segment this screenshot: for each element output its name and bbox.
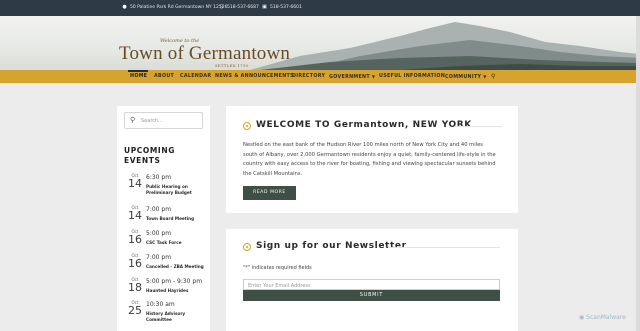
- email-placeholder: Enter Your Email Address: [248, 282, 311, 289]
- event-time: 10:30 am: [146, 301, 175, 308]
- event-title[interactable]: Cancelled - ZBA Meeting: [146, 264, 208, 270]
- event-day: 18: [128, 281, 142, 294]
- welcome-body: Nestled on the east bank of the Hudson R…: [243, 142, 496, 177]
- event-title[interactable]: History Advisory Committee: [146, 311, 208, 323]
- main-navigation: HOME ABOUT CALENDAR NEWS & ANNOUNCEMENTS…: [0, 70, 640, 83]
- welcome-card: WELCOME TO Germantown, NEW YORK Nestled …: [226, 106, 518, 213]
- search-icon: ⚲: [130, 116, 136, 124]
- fax-icon: ▣: [262, 4, 267, 10]
- event-day: 14: [128, 209, 142, 222]
- nav-community-label: COMMUNITY: [445, 74, 482, 80]
- nav-item-government[interactable]: GOVERNMENT ▼: [329, 74, 375, 80]
- upcoming-events-title: UPCOMING EVENTS: [124, 146, 175, 165]
- nav-item-community[interactable]: COMMUNITY ▼: [445, 74, 487, 80]
- address-item: ● 50 Palatine Park Rd Germantown NY 12526: [122, 4, 227, 10]
- map-marker-icon: ●: [122, 4, 127, 10]
- nav-item-useful-information[interactable]: USEFUL INFORMATION: [379, 74, 445, 79]
- event-time: 7:00 pm: [146, 206, 172, 213]
- email-field[interactable]: Enter Your Email Address: [243, 279, 500, 290]
- event-day: 25: [128, 304, 142, 317]
- circle-bullet-icon: [243, 122, 251, 130]
- address-text: 50 Palatine Park Rd Germantown NY 12526: [130, 5, 228, 10]
- top-contact-bar: ● 50 Palatine Park Rd Germantown NY 12526…: [0, 0, 640, 16]
- header-banner: Welcome to the Town of Germantown SETTLE…: [0, 16, 640, 70]
- mobile-phone-icon: ▯: [220, 4, 223, 10]
- event-time: 7:00 pm: [146, 254, 172, 261]
- mountain-landscape-image: [250, 22, 640, 70]
- nav-item-directory[interactable]: DIRECTORY: [292, 74, 325, 79]
- nav-item-about[interactable]: ABOUT: [154, 74, 174, 79]
- event-title[interactable]: CSC Task Force: [146, 240, 208, 246]
- search-placeholder: Search...: [141, 118, 163, 124]
- scrollbar-track[interactable]: [636, 16, 640, 331]
- event-time: 6:30 pm: [146, 174, 172, 181]
- sidebar-search-input[interactable]: ⚲ Search...: [124, 112, 203, 129]
- fax-item: ▣ 518-537-6601: [262, 4, 302, 10]
- required-fields-note: "*" indicates required fields: [243, 265, 312, 271]
- event-day: 14: [128, 177, 142, 190]
- phone-text[interactable]: 518-537-6687: [227, 5, 259, 10]
- event-day: 16: [128, 233, 142, 246]
- watermark-logo: ◉ ScanMalware: [579, 314, 626, 321]
- nav-item-news[interactable]: NEWS & ANNOUNCEMENTS: [215, 74, 294, 79]
- phone-item[interactable]: ▯ 518-537-6687: [219, 4, 259, 10]
- read-more-button[interactable]: READ MORE: [243, 186, 296, 200]
- logo-settled-text: SETTLED 1710: [215, 64, 249, 68]
- search-icon[interactable]: ⚲: [491, 73, 496, 80]
- event-title[interactable]: Haunted Hayrides: [146, 288, 208, 294]
- event-time: 5:00 pm: [146, 230, 172, 237]
- watermark-text: ScanMalware: [586, 314, 626, 321]
- heading-divider: [454, 126, 502, 127]
- nav-government-label: GOVERNMENT: [329, 74, 370, 80]
- newsletter-heading: Sign up for our Newsletter: [256, 241, 407, 251]
- newsletter-card: Sign up for our Newsletter "*" indicates…: [226, 229, 518, 331]
- event-title[interactable]: Public Hearing on Preliminary Budget: [146, 184, 208, 196]
- event-time: 5:00 pm - 9:30 pm: [146, 278, 203, 285]
- welcome-heading: WELCOME TO Germantown, NEW YORK: [256, 120, 472, 130]
- site-logo[interactable]: Town of Germantown: [119, 43, 290, 65]
- heading-divider: [388, 247, 500, 248]
- active-indicator: [128, 70, 148, 72]
- event-day: 16: [128, 257, 142, 270]
- nav-item-calendar[interactable]: CALENDAR: [180, 74, 211, 79]
- chevron-down-icon: ▼: [483, 73, 487, 79]
- event-title[interactable]: Town Board Meeting: [146, 216, 208, 222]
- sidebar: ⚲ Search... UPCOMING EVENTS Oct 14 6:30 …: [117, 106, 210, 331]
- fax-text: 518-537-6601: [270, 5, 302, 10]
- chevron-down-icon: ▼: [371, 73, 376, 79]
- submit-button[interactable]: SUBMIT: [243, 290, 500, 301]
- nav-item-home[interactable]: HOME: [130, 74, 147, 79]
- circle-bullet-icon: [243, 243, 251, 251]
